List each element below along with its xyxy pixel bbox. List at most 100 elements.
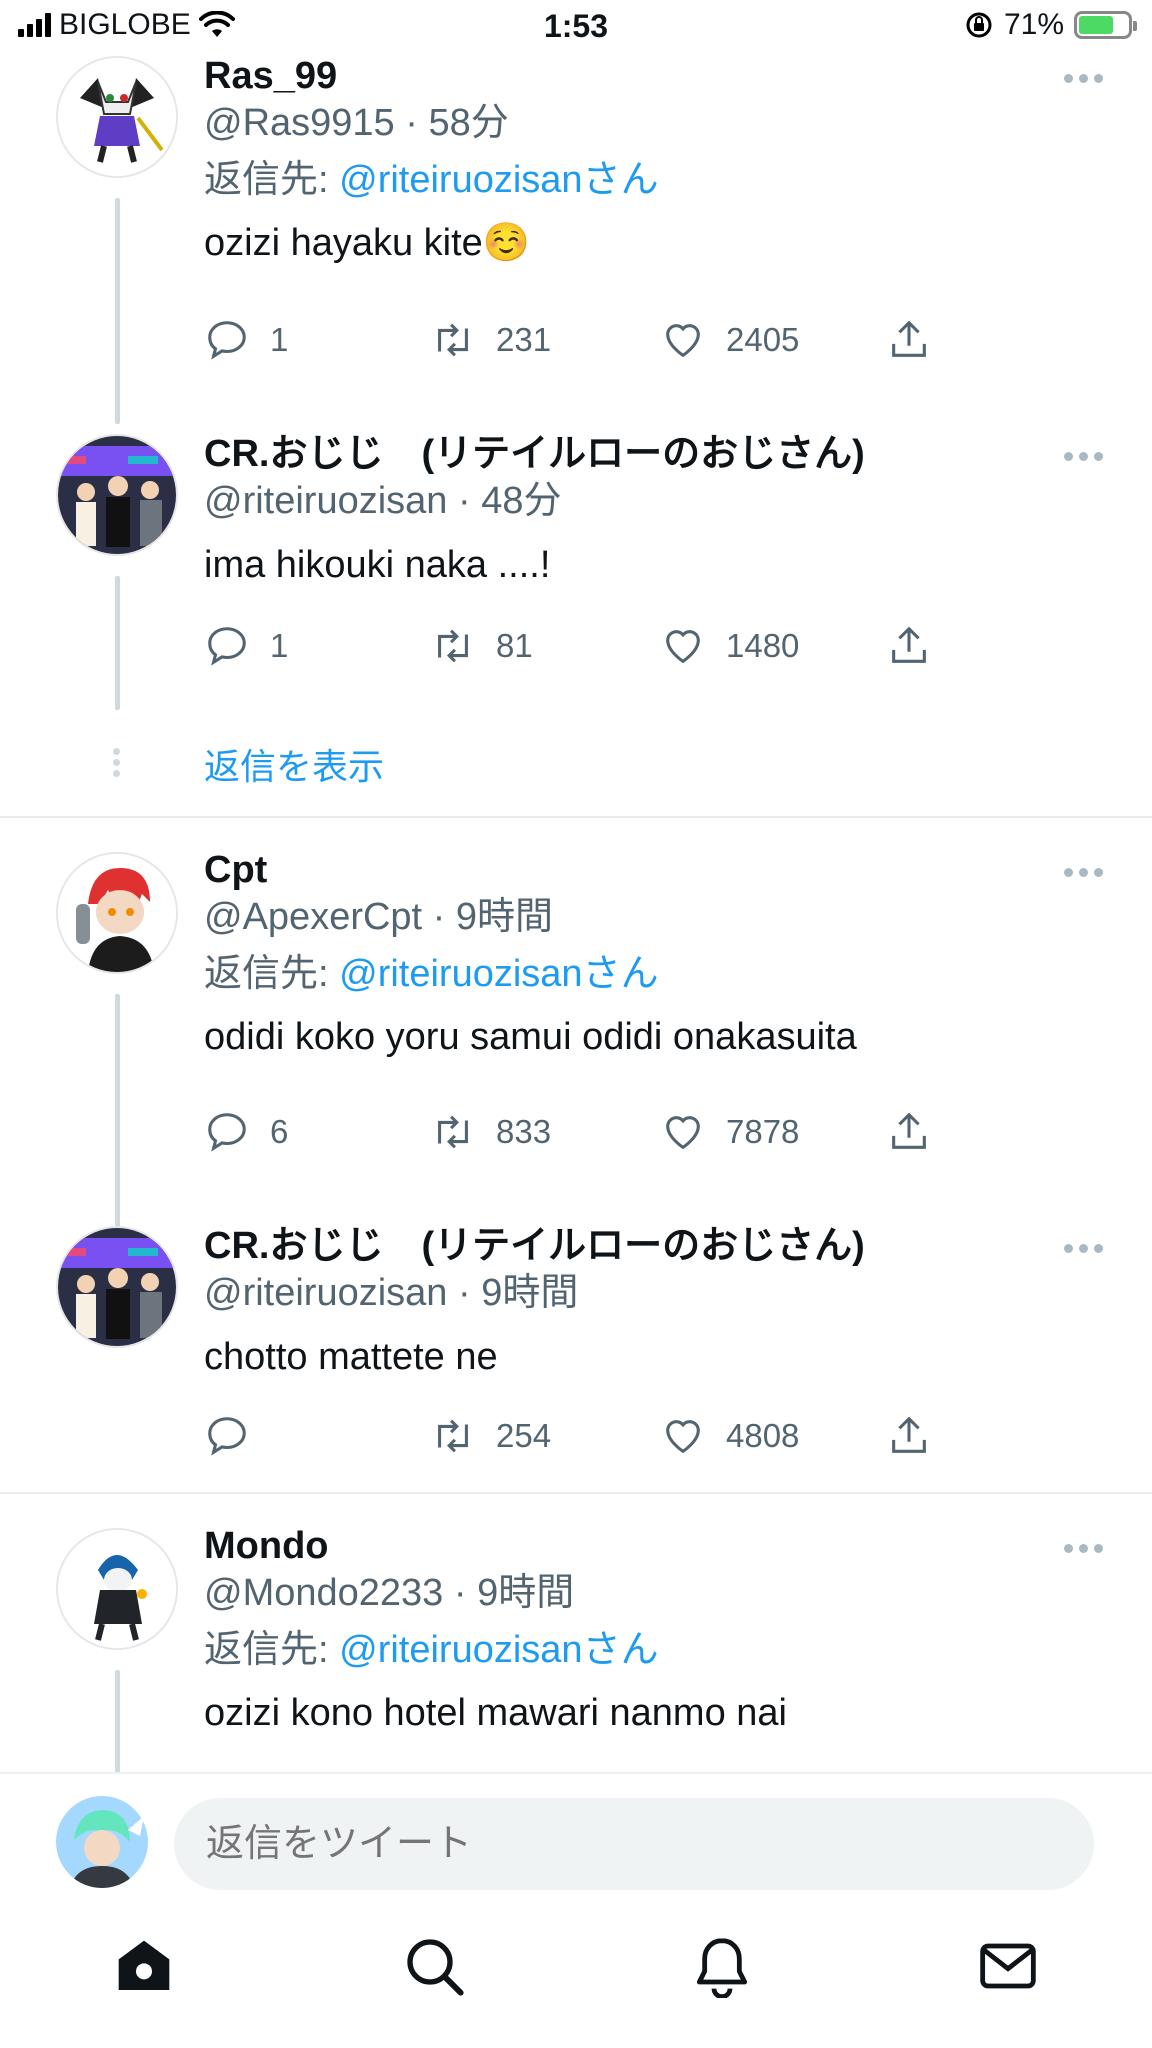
tweet-actions: 1 231 2405 <box>204 310 1152 370</box>
reply-to-link[interactable]: @riteiruozisan <box>339 159 582 201</box>
reply-button[interactable] <box>204 1406 270 1466</box>
tweet-meta: @Mondo2233 · 9時間 <box>204 1572 575 1614</box>
heart-icon <box>666 630 700 664</box>
tab-messages[interactable] <box>976 1934 1040 1998</box>
reply-button[interactable]: 6 <box>204 1102 288 1162</box>
timestamp: 9時間 <box>455 896 554 938</box>
thread-continuation-icon <box>111 744 121 781</box>
like-button[interactable]: 2405 <box>660 310 799 370</box>
reply-to-link[interactable]: @riteiruozisan <box>339 1629 582 1671</box>
avatar[interactable] <box>56 434 178 556</box>
display-name[interactable]: Cpt <box>204 848 1112 892</box>
like-button[interactable]: 7878 <box>660 1102 799 1162</box>
like-count: 2405 <box>726 321 800 358</box>
retweet-button[interactable]: 833 <box>430 1102 551 1162</box>
thread-line <box>115 198 120 424</box>
like-button[interactable]: 1480 <box>660 616 799 676</box>
tweet-meta: @ApexerCpt · 9時間 <box>204 896 554 938</box>
share-icon <box>892 626 926 663</box>
reply-prefix: 返信先: <box>204 953 329 995</box>
tweet-meta: @riteiruozisan · 9時間 <box>204 1272 579 1314</box>
avatar[interactable] <box>56 56 178 178</box>
heart-icon <box>666 1420 700 1454</box>
reply-button[interactable]: 1 <box>204 616 288 676</box>
like-button[interactable]: 4808 <box>660 1406 799 1466</box>
notifications-icon <box>696 1938 748 1999</box>
tweet-actions: 254 4808 <box>204 1406 1152 1466</box>
share-icon <box>892 1112 926 1149</box>
retweet-count: 231 <box>496 321 552 358</box>
tweet-body: Ras_99 @Ras9915 · 58分 返信先: @riteiruozisa… <box>204 54 1112 268</box>
timestamp: 48分 <box>481 480 562 522</box>
tweet-text: odidi koko yoru samui odidi onakasuita <box>204 1016 857 1058</box>
reply-count: 1 <box>270 321 289 358</box>
divider <box>0 816 1152 818</box>
reply-icon <box>208 1417 246 1456</box>
reply-icon <box>208 627 246 666</box>
retweet-button[interactable]: 254 <box>430 1406 551 1466</box>
retweet-icon <box>438 1115 468 1149</box>
share-icon <box>892 1416 926 1453</box>
like-count: 1480 <box>726 627 800 664</box>
share-button[interactable] <box>886 1406 932 1466</box>
reply-prefix: 返信先: <box>204 1629 329 1671</box>
show-replies-link[interactable]: 返信を表示 <box>204 738 384 790</box>
reply-composer <box>0 1772 1152 1900</box>
tweet-body: CR.おじじ (リテイルローのおじさん) @riteiruozisan · 48… <box>204 432 1112 590</box>
display-name[interactable]: CR.おじじ (リテイルローのおじさん) <box>204 432 1112 476</box>
reply-suffix: さん <box>582 953 659 995</box>
search-icon <box>407 1939 464 1996</box>
reply-input[interactable] <box>174 1798 1094 1890</box>
avatar[interactable] <box>56 852 178 974</box>
reply-suffix: さん <box>582 159 659 201</box>
retweet-count: 833 <box>496 1113 552 1150</box>
reply-icon <box>208 1113 246 1152</box>
tweet-body: Cpt @ApexerCpt · 9時間 返信先: @riteiruozisan… <box>204 848 1112 1062</box>
reply-to: 返信先: @riteiruozisanさん <box>204 1622 1112 1678</box>
timestamp: 58分 <box>428 102 509 144</box>
tweet-body: Mondo @Mondo2233 · 9時間 返信先: @riteiruozis… <box>204 1524 1112 1738</box>
handle: @Mondo2233 <box>204 1572 444 1614</box>
home-icon <box>118 1940 170 1990</box>
reply-to-link[interactable]: @riteiruozisan <box>339 953 582 995</box>
share-button[interactable] <box>886 1102 932 1162</box>
handle: @Ras9915 <box>204 102 395 144</box>
retweet-button[interactable]: 81 <box>430 616 533 676</box>
share-button[interactable] <box>886 310 932 370</box>
tweet-body: CR.おじじ (リテイルローのおじさん) @riteiruozisan · 9時… <box>204 1224 1112 1382</box>
thread-line <box>115 994 120 1254</box>
share-icon <box>892 320 926 357</box>
tweet-text: ozizi hayaku kite☺️ <box>204 222 531 264</box>
handle: @riteiruozisan <box>204 480 448 522</box>
display-name[interactable]: Ras_99 <box>204 54 1112 98</box>
thread-line <box>115 576 120 710</box>
retweet-count: 81 <box>496 627 533 664</box>
avatar[interactable] <box>56 1226 178 1348</box>
reply-button[interactable]: 1 <box>204 310 288 370</box>
retweet-button[interactable]: 231 <box>430 310 551 370</box>
display-name[interactable]: Mondo <box>204 1524 1112 1568</box>
timestamp: 9時間 <box>477 1572 575 1614</box>
reply-thread: Ras_99 @Ras9915 · 58分 返信先: @riteiruozisa… <box>0 0 1152 1772</box>
tweet-actions: 1 81 1480 <box>204 616 1152 676</box>
reply-count: 6 <box>270 1113 289 1150</box>
retweet-icon <box>438 1419 468 1453</box>
divider <box>0 1492 1152 1494</box>
my-avatar[interactable] <box>56 1796 148 1888</box>
heart-icon <box>666 324 700 358</box>
tweet-meta: @Ras9915 · 58分 <box>204 102 509 144</box>
tab-bar <box>0 1898 1152 2048</box>
retweet-count: 254 <box>496 1417 552 1454</box>
share-button[interactable] <box>886 616 932 676</box>
handle: @ApexerCpt <box>204 896 423 938</box>
timestamp: 9時間 <box>481 1272 579 1314</box>
tab-notifications[interactable] <box>690 1934 754 1999</box>
display-name[interactable]: CR.おじじ (リテイルローのおじさん) <box>204 1224 1112 1268</box>
heart-icon <box>666 1116 700 1150</box>
tweet-text: ima hikouki naka ....! <box>204 544 551 586</box>
tab-home[interactable] <box>112 1934 176 1998</box>
tab-search[interactable] <box>402 1934 466 1998</box>
reply-to: 返信先: @riteiruozisanさん <box>204 946 1112 1002</box>
avatar[interactable] <box>56 1528 178 1650</box>
retweet-icon <box>438 323 468 357</box>
